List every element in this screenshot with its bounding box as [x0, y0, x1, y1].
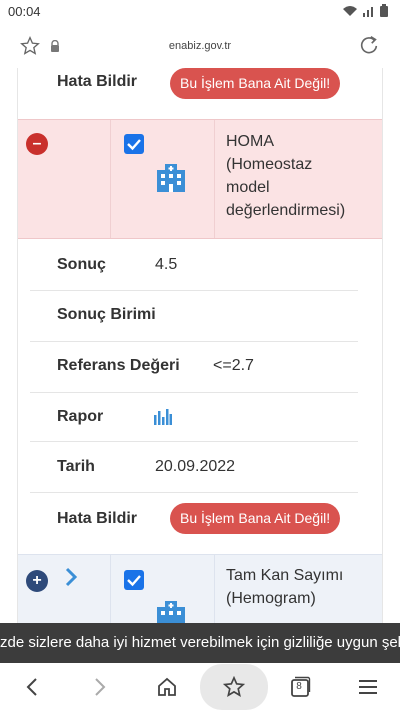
reference-label: Referans Değeri	[57, 357, 180, 374]
report-error-label: Hata Bildir	[57, 510, 138, 527]
date-value: 20.09.2022	[155, 458, 236, 475]
url-text[interactable]: enabiz.gov.tr	[0, 40, 400, 52]
chevron-right-icon	[95, 678, 106, 696]
expand-button[interactable]: +	[26, 570, 48, 592]
report-error-row-top: Hata Bildir Bu İşlem Bana Ait Değil!	[18, 68, 382, 119]
detail-row-sonuc: Sonuç 4.5	[18, 240, 382, 290]
detail-row-sonuc-birimi: Sonuç Birimi	[18, 291, 382, 341]
test-name-line: (Hemogram)	[226, 590, 316, 607]
hospital-icon	[157, 601, 185, 623]
test-name-line: değerlendirmesi)	[226, 202, 346, 219]
home-button[interactable]	[155, 675, 179, 699]
menu-button[interactable]	[356, 675, 380, 699]
cookie-banner[interactable]: zde sizlere daha iyi hizmet verebilmek i…	[0, 623, 400, 663]
detail-row-referans: Referans Değeri <=2.7	[18, 342, 382, 392]
bookmarks-button[interactable]	[222, 675, 246, 699]
cell-separator	[110, 120, 111, 238]
select-checkbox[interactable]	[124, 570, 144, 590]
result-label: Sonuç	[57, 256, 106, 273]
bar-chart-icon[interactable]	[154, 409, 172, 425]
test-name-line: model	[226, 179, 270, 196]
detail-row-tarih: Tarih 20.09.2022	[18, 442, 382, 492]
detail-row-rapor: Rapor	[18, 393, 382, 441]
back-button[interactable]	[20, 675, 44, 699]
home-icon	[158, 677, 176, 696]
status-icons	[342, 4, 388, 17]
report-error-row: Hata Bildir Bu İşlem Bana Ait Değil!	[18, 493, 382, 553]
signal-icon	[363, 6, 373, 17]
report-error-label: Hata Bildir	[57, 73, 138, 90]
hamburger-menu-icon	[359, 680, 377, 694]
not-my-record-button[interactable]: Bu İşlem Bana Ait Değil!	[170, 503, 341, 534]
report-label: Rapor	[57, 408, 104, 425]
result-value: 4.5	[155, 256, 178, 273]
battery-icon	[380, 4, 388, 17]
browser-bottom-nav: 8	[0, 663, 400, 711]
lab-results-table: Hata Bildir Bu İşlem Bana Ait Değil! – H…	[17, 68, 383, 623]
check-icon	[127, 575, 141, 587]
date-label: Tarih	[57, 458, 95, 475]
tabs-count: 8	[296, 681, 302, 692]
test-name-line: HOMA	[226, 133, 274, 150]
test-row-homa[interactable]: – HOMA (Homeostaz model değerlendirmesi)	[18, 119, 382, 239]
chevron-right-icon[interactable]	[64, 567, 78, 587]
test-name-line: (Homeostaz	[226, 156, 313, 173]
reload-icon[interactable]	[358, 34, 380, 56]
test-name-line: Tam Kan Sayımı	[226, 567, 344, 584]
check-icon	[127, 139, 141, 151]
browser-address-bar: enabiz.gov.tr	[0, 24, 400, 68]
chevron-left-icon	[26, 678, 37, 696]
hospital-icon	[157, 164, 185, 192]
status-time: 00:04	[8, 4, 41, 19]
result-unit-label: Sonuç Birimi	[57, 306, 156, 323]
test-name-hemogram: Tam Kan Sayımı (Hemogram)	[226, 564, 376, 610]
cell-separator	[214, 555, 215, 623]
select-checkbox[interactable]	[124, 134, 144, 154]
wifi-icon	[343, 5, 357, 16]
status-bar: 00:04	[0, 0, 400, 24]
collapse-button[interactable]: –	[26, 133, 48, 155]
bookmark-star-icon	[223, 676, 245, 697]
test-name-homa: HOMA (Homeostaz model değerlendirmesi)	[226, 130, 376, 222]
cell-separator	[110, 555, 111, 623]
tabs-button[interactable]: 8	[288, 675, 312, 699]
forward-button[interactable]	[88, 675, 112, 699]
not-my-record-button[interactable]: Bu İşlem Bana Ait Değil!	[170, 68, 341, 99]
cell-separator	[214, 120, 215, 238]
test-row-hemogram[interactable]: + Tam Kan Sayımı (Hemogram)	[18, 554, 382, 623]
reference-value: <=2.7	[213, 357, 254, 374]
